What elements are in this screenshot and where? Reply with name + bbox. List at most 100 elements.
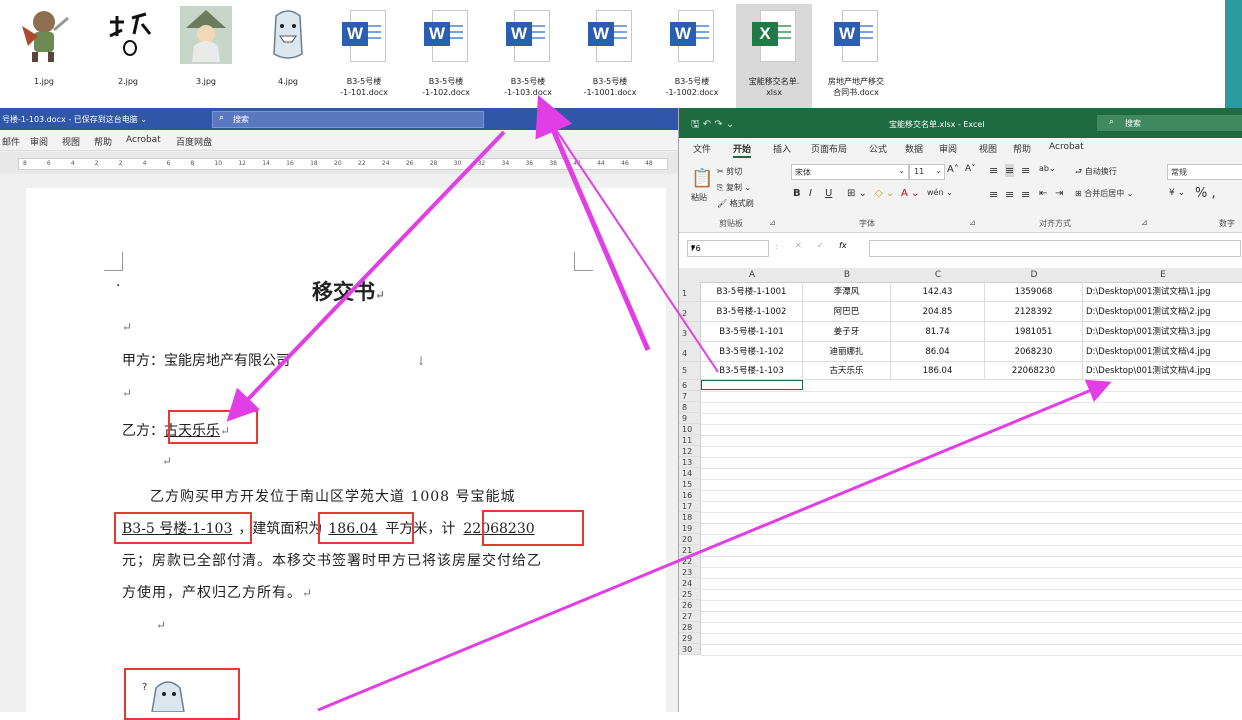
tab-data[interactable]: 数据 — [905, 142, 923, 155]
alignment-launcher[interactable]: ⊿ — [1141, 218, 1148, 227]
row-header[interactable]: 28 — [679, 622, 701, 633]
file-item-4-jpg[interactable]: 4.jpg — [250, 4, 326, 108]
row-header[interactable]: 19 — [679, 523, 701, 534]
column-header-e[interactable]: E — [1083, 268, 1242, 283]
row-header[interactable]: 13 — [679, 457, 701, 468]
row-header[interactable]: 12 — [679, 446, 701, 457]
row-header[interactable]: 11 — [679, 435, 701, 446]
row-header[interactable]: 25 — [679, 589, 701, 600]
align-left-button[interactable]: ≡ — [989, 188, 998, 201]
copy-button[interactable]: ⎘ 复制 ⌄ — [717, 182, 751, 193]
bold-button[interactable]: B — [793, 188, 801, 199]
tab-page-layout[interactable]: 页面布局 — [811, 142, 847, 155]
row-header[interactable]: 9 — [679, 413, 701, 424]
cell-a1[interactable]: B3-5号楼-1-1001 — [701, 282, 803, 302]
align-middle-button[interactable]: ≡ — [1005, 164, 1015, 177]
cell-d4[interactable]: 2068230 — [985, 342, 1083, 362]
row-header[interactable]: 4 — [679, 342, 701, 362]
row-header[interactable]: 17 — [679, 501, 701, 512]
cell-b2[interactable]: 阿巴巴 — [803, 302, 891, 322]
grow-font-button[interactable]: A˄ — [947, 164, 959, 175]
row-header[interactable]: 29 — [679, 633, 701, 644]
format-painter-button[interactable]: 🖌 格式刷 — [717, 198, 754, 209]
tab-insert[interactable]: 插入 — [773, 142, 791, 155]
row-header[interactable]: 26 — [679, 600, 701, 611]
phonetic-button[interactable]: wén ⌄ — [927, 188, 953, 197]
row-header[interactable]: 6 — [679, 380, 701, 391]
row-header[interactable]: 24 — [679, 578, 701, 589]
file-item-1001-docx[interactable]: W B3-5号楼 -1-1001.docx — [572, 4, 648, 108]
column-header-d[interactable]: D — [985, 268, 1084, 283]
underline-button[interactable]: U — [825, 188, 832, 199]
fill-color-button[interactable]: ◇ ⌄ — [875, 188, 894, 199]
horizontal-ruler[interactable]: 8 6 4 2 2 4 6 8 10 12 14 16 18 20 22 24 26 28 30 32 34 36 38 42… — [0, 152, 678, 174]
cell-e5[interactable]: D:\Desktop\001测试文档\4.jpg — [1083, 362, 1242, 380]
wrap-text-button[interactable]: ⮐ 自动换行 — [1075, 166, 1117, 180]
cell-d1[interactable]: 1359068 — [985, 282, 1083, 302]
cell-d2[interactable]: 2128392 — [985, 302, 1083, 322]
empty-row[interactable] — [701, 644, 1242, 656]
font-color-button[interactable]: A ⌄ — [901, 188, 919, 199]
cell-c2[interactable]: 204.85 — [891, 302, 985, 322]
row-header[interactable]: 10 — [679, 424, 701, 435]
align-right-button[interactable]: ≡ — [1021, 188, 1030, 201]
align-bottom-button[interactable]: ≡ — [1021, 164, 1030, 177]
cell-d5[interactable]: 22068230 — [985, 362, 1083, 380]
file-item-transfer-list-xlsx[interactable]: X 宝能移交名单. xlsx — [736, 4, 812, 108]
cell-e3[interactable]: D:\Desktop\001测试文档\3.jpg — [1083, 322, 1242, 342]
enter-icon[interactable]: ✓ — [817, 241, 824, 250]
row-header[interactable]: 2 — [679, 302, 701, 322]
shrink-font-button[interactable]: A˅ — [965, 164, 976, 174]
row-header[interactable]: 20 — [679, 534, 701, 545]
tab-view[interactable]: 视图 — [62, 135, 80, 148]
file-item-103-docx[interactable]: W B3-5号楼 -1-103.docx — [490, 4, 566, 108]
merge-center-button[interactable]: ⊞ 合并后居中 ⌄ — [1075, 188, 1134, 199]
row-header[interactable]: 3 — [679, 322, 701, 342]
tab-acrobat[interactable]: Acrobat — [126, 135, 161, 145]
file-item-1-jpg[interactable]: 1.jpg — [6, 4, 82, 108]
tab-help[interactable]: 帮助 — [94, 135, 112, 148]
tab-view[interactable]: 视图 — [979, 142, 997, 155]
row-header[interactable]: 23 — [679, 567, 701, 578]
font-name-select[interactable]: 宋体 ⌄ — [791, 164, 909, 180]
cell-a2[interactable]: B3-5号楼-1-1002 — [701, 302, 803, 322]
cell-d3[interactable]: 1981051 — [985, 322, 1083, 342]
font-size-select[interactable]: 11 ⌄ — [909, 164, 945, 180]
decrease-indent-button[interactable]: ⇤ — [1039, 188, 1047, 199]
align-center-button[interactable]: ≡ — [1005, 188, 1014, 201]
tab-review[interactable]: 审阅 — [939, 142, 957, 155]
italic-button[interactable]: I — [809, 188, 812, 199]
tab-review[interactable]: 审阅 — [30, 135, 48, 148]
cell-c4[interactable]: 86.04 — [891, 342, 985, 362]
cell-e2[interactable]: D:\Desktop\001测试文档\2.jpg — [1083, 302, 1242, 322]
orientation-button[interactable]: ab⌄ — [1039, 164, 1056, 173]
paste-button[interactable]: 粘贴 — [691, 192, 707, 203]
file-item-contract-docx[interactable]: W 房地产地产移交 合同书.docx — [818, 4, 894, 108]
cell-e4[interactable]: D:\Desktop\001测试文档\4.jpg — [1083, 342, 1242, 362]
currency-format-button[interactable]: ¥ ⌄ — [1169, 188, 1185, 198]
row-header[interactable]: 1 — [679, 282, 701, 302]
cell-c5[interactable]: 186.04 — [891, 362, 985, 380]
cell-a5[interactable]: B3-5号楼-1-103 — [701, 362, 803, 380]
column-header-a[interactable]: A — [701, 268, 804, 283]
spreadsheet-grid[interactable]: A B C D E 1 B3-5号楼-1-1001 李潭风 142.43 135… — [679, 268, 1242, 712]
function-icon[interactable]: fx — [839, 241, 847, 250]
select-all-corner[interactable] — [679, 268, 702, 283]
file-item-3-jpg[interactable]: 3.jpg — [168, 4, 244, 108]
row-header[interactable]: 18 — [679, 512, 701, 523]
clipboard-launcher[interactable]: ⊿ — [769, 218, 776, 227]
font-launcher[interactable]: ⊿ — [969, 218, 976, 227]
cell-b5[interactable]: 古天乐乐 — [803, 362, 891, 380]
tab-formulas[interactable]: 公式 — [869, 142, 887, 155]
number-format-select[interactable]: 常规 — [1167, 164, 1242, 180]
column-header-b[interactable]: B — [803, 268, 892, 283]
cell-c3[interactable]: 81.74 — [891, 322, 985, 342]
tab-acrobat[interactable]: Acrobat — [1049, 142, 1084, 152]
formula-input[interactable] — [869, 240, 1241, 257]
cell-a4[interactable]: B3-5号楼-1-102 — [701, 342, 803, 362]
excel-search-box[interactable]: ⌕ 搜索 — [1097, 115, 1242, 131]
word-search-box[interactable]: ⌕ 搜索 — [212, 111, 484, 128]
document-page[interactable]: · 移交书↵ ↵ 甲方：宝能房地产有限公司 ↓ ↵ 乙方：古天乐乐↵ ↵ 乙方购… — [26, 188, 666, 720]
cut-button[interactable]: ✂ 剪切 — [717, 166, 742, 177]
borders-button[interactable]: ⊞ ⌄ — [847, 188, 867, 199]
